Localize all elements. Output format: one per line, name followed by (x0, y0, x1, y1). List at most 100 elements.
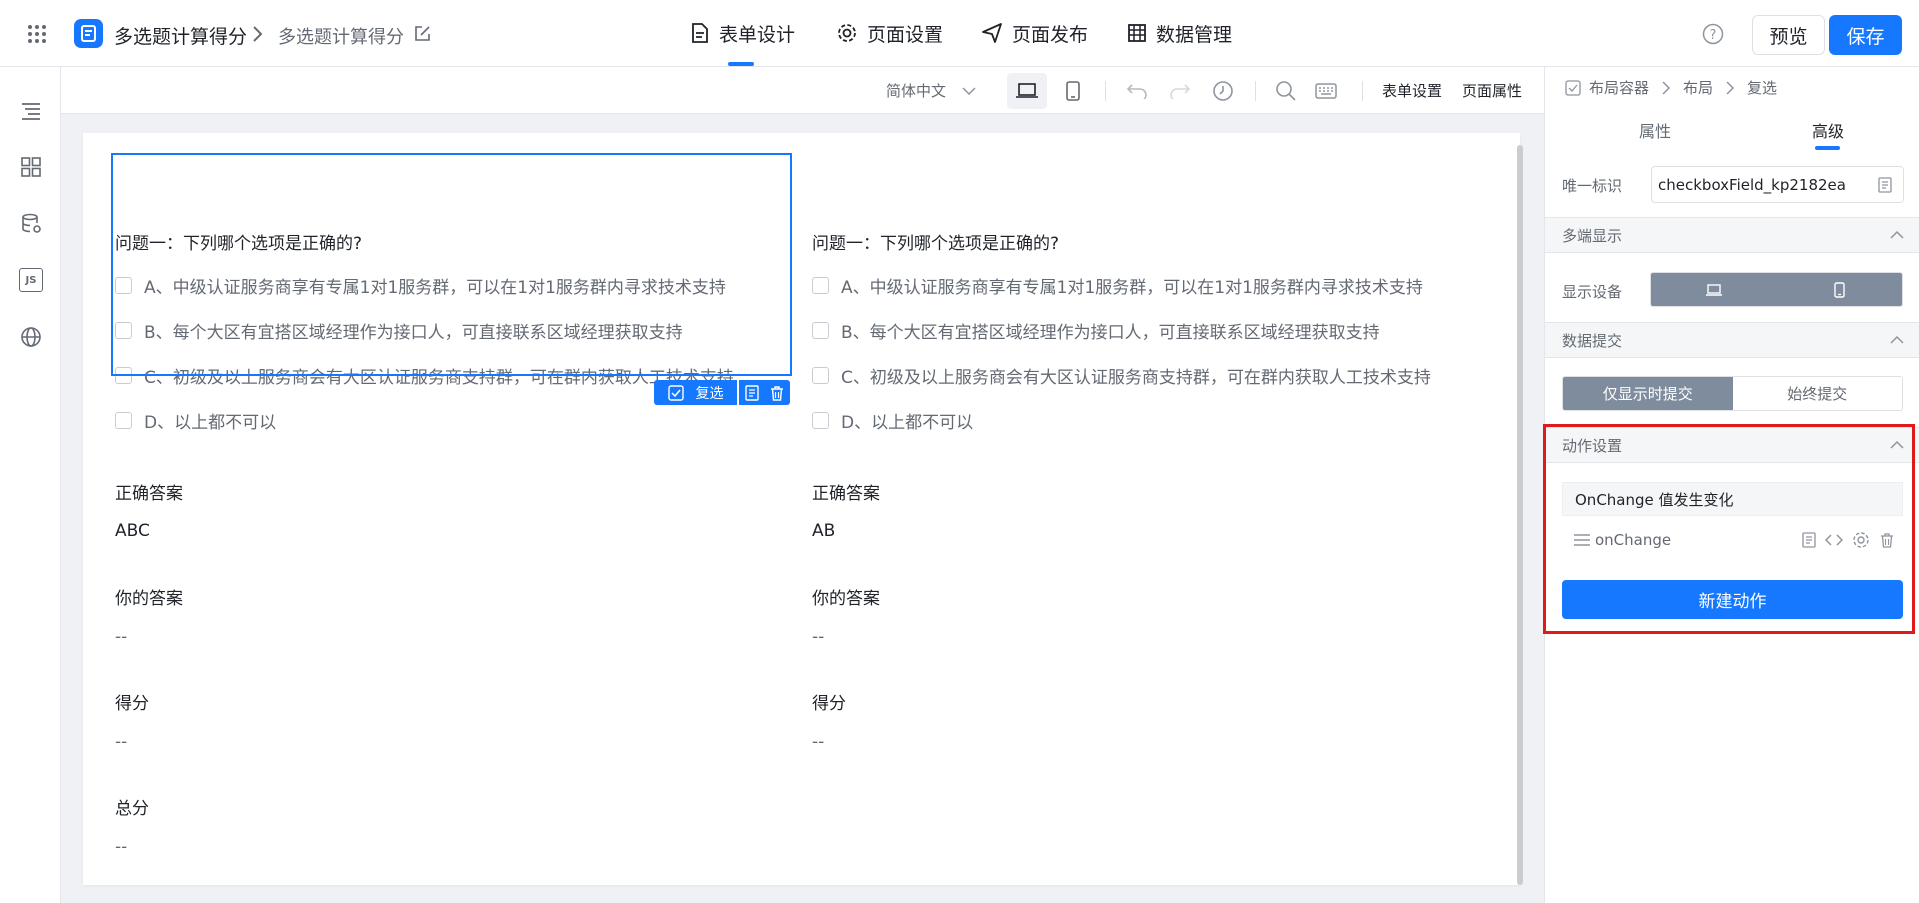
left-sidebar: JS (0, 67, 61, 903)
mobile-device-option[interactable] (1776, 273, 1902, 306)
desktop-view-button[interactable] (1007, 73, 1047, 109)
toolbar-divider (1255, 81, 1256, 101)
checkbox-checked-icon (667, 384, 684, 401)
help-icon[interactable]: ? (1702, 23, 1724, 45)
component-actions (739, 380, 790, 405)
unique-id-label: 唯一标识 (1562, 177, 1623, 195)
tab-form-design[interactable]: 表单设计 (690, 0, 795, 66)
copy-icon[interactable] (744, 384, 760, 401)
edit-icon[interactable] (413, 25, 431, 43)
breadcrumb-item: 复选 (1747, 79, 1778, 97)
checkbox-option[interactable]: D、以上都不可以 (812, 408, 973, 433)
canvas-toolbar: 简体中文 表单设置 页面属性 (61, 67, 1544, 114)
toolbar-divider (1362, 81, 1363, 101)
score-value: -- (812, 732, 825, 752)
tab-label: 页面发布 (1012, 23, 1089, 46)
form-settings-button[interactable]: 表单设置 (1382, 67, 1442, 114)
document-icon (692, 23, 708, 43)
your-answer-label: 你的答案 (115, 589, 183, 609)
language-select[interactable]: 简体中文 (886, 67, 976, 114)
unique-id-value: checkboxField_kp2182ea (1658, 175, 1846, 194)
canvas-scrollbar[interactable] (1517, 145, 1523, 885)
data-submit-section[interactable]: 数据提交 (1545, 322, 1919, 358)
tab-page-settings[interactable]: 页面设置 (836, 0, 943, 66)
history-button[interactable] (1212, 67, 1234, 114)
tab-data-management[interactable]: 数据管理 (1127, 0, 1232, 66)
tab-label: 数据管理 (1156, 23, 1233, 46)
correct-answer-value: ABC (115, 521, 150, 541)
component-type-tag[interactable]: 复选 (654, 380, 737, 405)
chevron-down-icon (962, 86, 976, 95)
app-name[interactable]: 多选题计算得分 (114, 22, 247, 49)
mobile-view-button[interactable] (1066, 67, 1080, 114)
score-label: 得分 (812, 694, 846, 714)
checkbox[interactable] (812, 412, 829, 429)
trash-icon[interactable] (769, 385, 785, 401)
globe-icon[interactable] (19, 325, 43, 349)
svg-text:?: ? (1710, 28, 1717, 43)
top-bar: 多选题计算得分 多选题计算得分 表单设计 页面设置 页面发布 数据管理 ? 预览… (0, 0, 1919, 67)
app-grid-icon[interactable] (27, 24, 47, 44)
outline-icon[interactable] (19, 99, 43, 123)
send-icon (982, 23, 1002, 43)
breadcrumb: 布局容器 布局 复选 (1565, 77, 1777, 98)
submit-when-visible-option[interactable]: 仅显示时提交 (1563, 377, 1733, 410)
phone-icon (1066, 80, 1080, 101)
active-tab-indicator (1815, 146, 1840, 150)
laptop-icon (1705, 283, 1722, 296)
breadcrumb-item[interactable]: 布局容器 (1589, 77, 1649, 98)
tab-advanced[interactable]: 高级 (1812, 118, 1844, 142)
search-button[interactable] (1275, 67, 1297, 114)
chevron-right-icon (1662, 80, 1671, 95)
checkbox-option[interactable]: D、以上都不可以 (115, 408, 276, 433)
selected-component-tag: 复选 (654, 380, 790, 405)
checkbox[interactable] (812, 367, 829, 384)
checkbox[interactable] (812, 322, 829, 339)
datasource-icon[interactable] (19, 212, 43, 236)
checkbox[interactable] (812, 277, 829, 294)
js-icon[interactable]: JS (19, 268, 43, 292)
undo-button[interactable] (1126, 67, 1148, 114)
multi-display-section[interactable]: 多端显示 (1545, 217, 1919, 253)
copy-icon[interactable] (1877, 177, 1893, 193)
history-icon (1213, 80, 1233, 101)
correct-answer-label: 正确答案 (812, 484, 880, 504)
save-button[interactable]: 保存 (1829, 15, 1902, 55)
table-icon (1128, 24, 1146, 42)
checkbox[interactable] (115, 412, 132, 429)
checkbox-option[interactable]: A、中级认证服务商享有专属1对1服务群，可以在1对1服务群内寻求技术支持 (812, 273, 1423, 298)
desktop-device-option[interactable] (1651, 273, 1777, 306)
tab-label: 表单设计 (719, 23, 796, 46)
keyboard-icon (1315, 82, 1337, 99)
preview-button[interactable]: 预览 (1752, 15, 1825, 55)
breadcrumb-item[interactable]: 布局 (1683, 77, 1713, 98)
correct-answer-value: AB (812, 521, 836, 541)
section-title: 多端显示 (1562, 226, 1623, 245)
checkbox-option[interactable]: B、每个大区有宜搭区域经理作为接口人，可直接联系区域经理获取支持 (812, 318, 1380, 343)
components-icon[interactable] (19, 155, 43, 179)
unique-id-field[interactable]: checkboxField_kp2182ea (1651, 166, 1904, 203)
submit-mode-toggle: 仅显示时提交 始终提交 (1562, 376, 1903, 411)
page-name[interactable]: 多选题计算得分 (278, 23, 404, 49)
selected-component-outline[interactable] (111, 153, 792, 376)
chevron-up-icon (1890, 230, 1904, 239)
tab-label: 页面设置 (867, 23, 944, 46)
tab-page-publish[interactable]: 页面发布 (981, 0, 1088, 66)
page-properties-button[interactable]: 页面属性 (1462, 67, 1522, 114)
display-device-toggle (1650, 272, 1903, 307)
total-score-value: -- (115, 837, 128, 857)
redo-button[interactable] (1169, 67, 1191, 114)
checkbox-option[interactable]: C、初级及以上服务商会有大区认证服务商支持群，可在群内获取人工技术支持 (812, 363, 1431, 388)
language-label: 简体中文 (886, 82, 947, 100)
keyboard-button[interactable] (1315, 67, 1337, 114)
action-settings-highlight (1543, 424, 1915, 634)
phone-icon (1834, 281, 1845, 298)
tab-properties[interactable]: 属性 (1639, 118, 1671, 142)
submit-always-option[interactable]: 始终提交 (1733, 377, 1903, 410)
option-label: D、以上都不可以 (144, 413, 277, 433)
score-label: 得分 (115, 694, 149, 714)
form-logo-icon (81, 25, 96, 42)
your-answer-value: -- (115, 627, 128, 647)
display-device-label: 显示设备 (1562, 283, 1623, 301)
option-label: D、以上都不可以 (841, 413, 974, 433)
